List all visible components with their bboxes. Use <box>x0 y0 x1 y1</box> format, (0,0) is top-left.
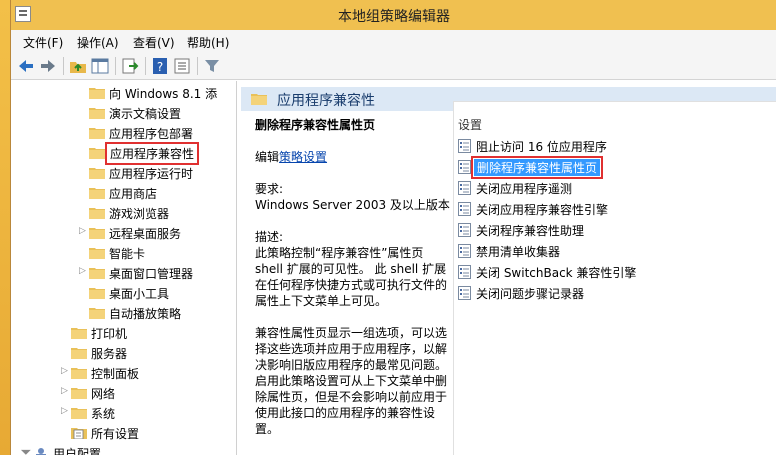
user-config-icon <box>33 446 49 455</box>
expand-arrow-icon[interactable]: ▷ <box>79 226 89 238</box>
policy-setting-icon <box>458 139 471 153</box>
expand-arrow-icon[interactable]: ▷ <box>79 266 89 278</box>
forward-arrow-icon[interactable] <box>39 57 57 75</box>
folder-icon <box>89 246 105 259</box>
menu-file[interactable]: 文件(F) <box>23 34 63 51</box>
properties-icon[interactable] <box>173 57 191 75</box>
setting-row[interactable]: 阻止访问 16 位应用程序 <box>454 136 774 156</box>
folder-icon <box>89 286 105 299</box>
folder-icon <box>89 186 105 199</box>
filter-icon[interactable] <box>203 57 221 75</box>
folder-icon <box>71 406 87 419</box>
folder-icon <box>89 146 105 159</box>
policy-setting-icon <box>458 286 471 300</box>
setting-row-selected[interactable]: 删除程序兼容性属性页 <box>454 156 774 179</box>
gpedit-window: 本地组策略编辑器 文件(F) 操作(A) 查看(V) 帮助(H) ? 向 Win… <box>10 0 776 455</box>
menu-view[interactable]: 查看(V) <box>133 34 175 51</box>
setting-row[interactable]: 禁用清单收集器 <box>454 241 774 261</box>
navigation-tree: 向 Windows 8.1 添 演示文稿设置 应用程序包部署 应用程序兼容性 应… <box>11 81 237 455</box>
setting-row[interactable]: 关闭应用程序遥测 <box>454 178 774 198</box>
expand-arrow-icon[interactable]: ▷ <box>61 386 71 398</box>
policy-setting-icon <box>458 181 471 195</box>
folder-icon <box>71 346 87 359</box>
folder-icon <box>89 266 105 279</box>
description-paragraph-2: 兼容性属性页显示一组选项，可以选择这些选项并应用于应用程序，以解决影响旧版应用程… <box>255 326 448 436</box>
description-paragraph-1: 此策略控制“程序兼容性”属性页 shell 扩展的可见性。 此 shell 扩展… <box>255 246 448 308</box>
edit-line: 编辑策略设置 <box>255 149 451 165</box>
edit-prefix: 编辑 <box>255 150 280 164</box>
export-list-icon[interactable] <box>121 57 139 75</box>
folder-icon <box>89 166 105 179</box>
all-settings-icon <box>71 426 87 440</box>
show-hide-tree-icon[interactable] <box>91 57 109 75</box>
collapse-arrow-icon[interactable]: ◢ <box>18 444 34 455</box>
menu-bar: 文件(F) 操作(A) 查看(V) 帮助(H) <box>11 30 776 52</box>
folder-icon <box>89 306 105 319</box>
back-arrow-icon[interactable] <box>17 57 35 75</box>
extended-description: 删除程序兼容性属性页 编辑策略设置 要求: Windows Server 200… <box>255 117 451 437</box>
folder-icon <box>89 206 105 219</box>
policy-name: 删除程序兼容性属性页 <box>255 118 376 132</box>
settings-column-header[interactable]: 设置 <box>458 116 482 133</box>
setting-row[interactable]: 关闭应用程序兼容性引擎 <box>454 199 774 219</box>
policy-setting-icon <box>458 223 471 237</box>
folder-icon <box>89 126 105 139</box>
expand-arrow-icon[interactable]: ▷ <box>61 366 71 378</box>
policy-setting-icon <box>458 244 471 258</box>
toolbar: ? <box>11 52 776 80</box>
settings-list: 设置 阻止访问 16 位应用程序 删除程序兼容性属性页 关闭应用程序遥测 关闭应… <box>453 101 776 455</box>
desktop-background <box>0 0 10 455</box>
title-bar[interactable]: 本地组策略编辑器 <box>11 0 776 30</box>
folder-icon <box>71 326 87 339</box>
svg-text:?: ? <box>157 60 163 74</box>
setting-row[interactable]: 关闭程序兼容性助理 <box>454 220 774 240</box>
requirement-label: 要求: <box>255 182 284 196</box>
help-icon[interactable]: ? <box>151 57 169 75</box>
folder-icon <box>71 366 87 379</box>
up-folder-icon[interactable] <box>69 57 87 75</box>
window-title: 本地组策略编辑器 <box>338 9 450 25</box>
section-title: 应用程序兼容性 <box>277 93 375 109</box>
setting-row[interactable]: 关闭问题步骤记录器 <box>454 283 774 303</box>
requirement-value: Windows Server 2003 及以上版本 <box>255 198 450 212</box>
folder-icon <box>89 106 105 119</box>
folder-icon <box>89 226 105 239</box>
policy-setting-icon <box>458 265 471 279</box>
folder-icon <box>251 92 267 105</box>
folder-icon <box>89 86 105 99</box>
setting-row[interactable]: 关闭 SwitchBack 兼容性引擎 <box>454 262 774 282</box>
policy-setting-icon <box>458 160 471 174</box>
policy-setting-icon <box>458 202 471 216</box>
menu-help[interactable]: 帮助(H) <box>187 34 229 51</box>
edit-policy-link[interactable]: 策略设置 <box>279 150 327 164</box>
menu-action[interactable]: 操作(A) <box>77 34 119 51</box>
folder-icon <box>71 386 87 399</box>
description-label: 描述: <box>255 230 284 244</box>
details-pane: 应用程序兼容性 删除程序兼容性属性页 编辑策略设置 要求: Windows Se… <box>241 81 776 455</box>
expand-arrow-icon[interactable]: ▷ <box>61 406 71 418</box>
